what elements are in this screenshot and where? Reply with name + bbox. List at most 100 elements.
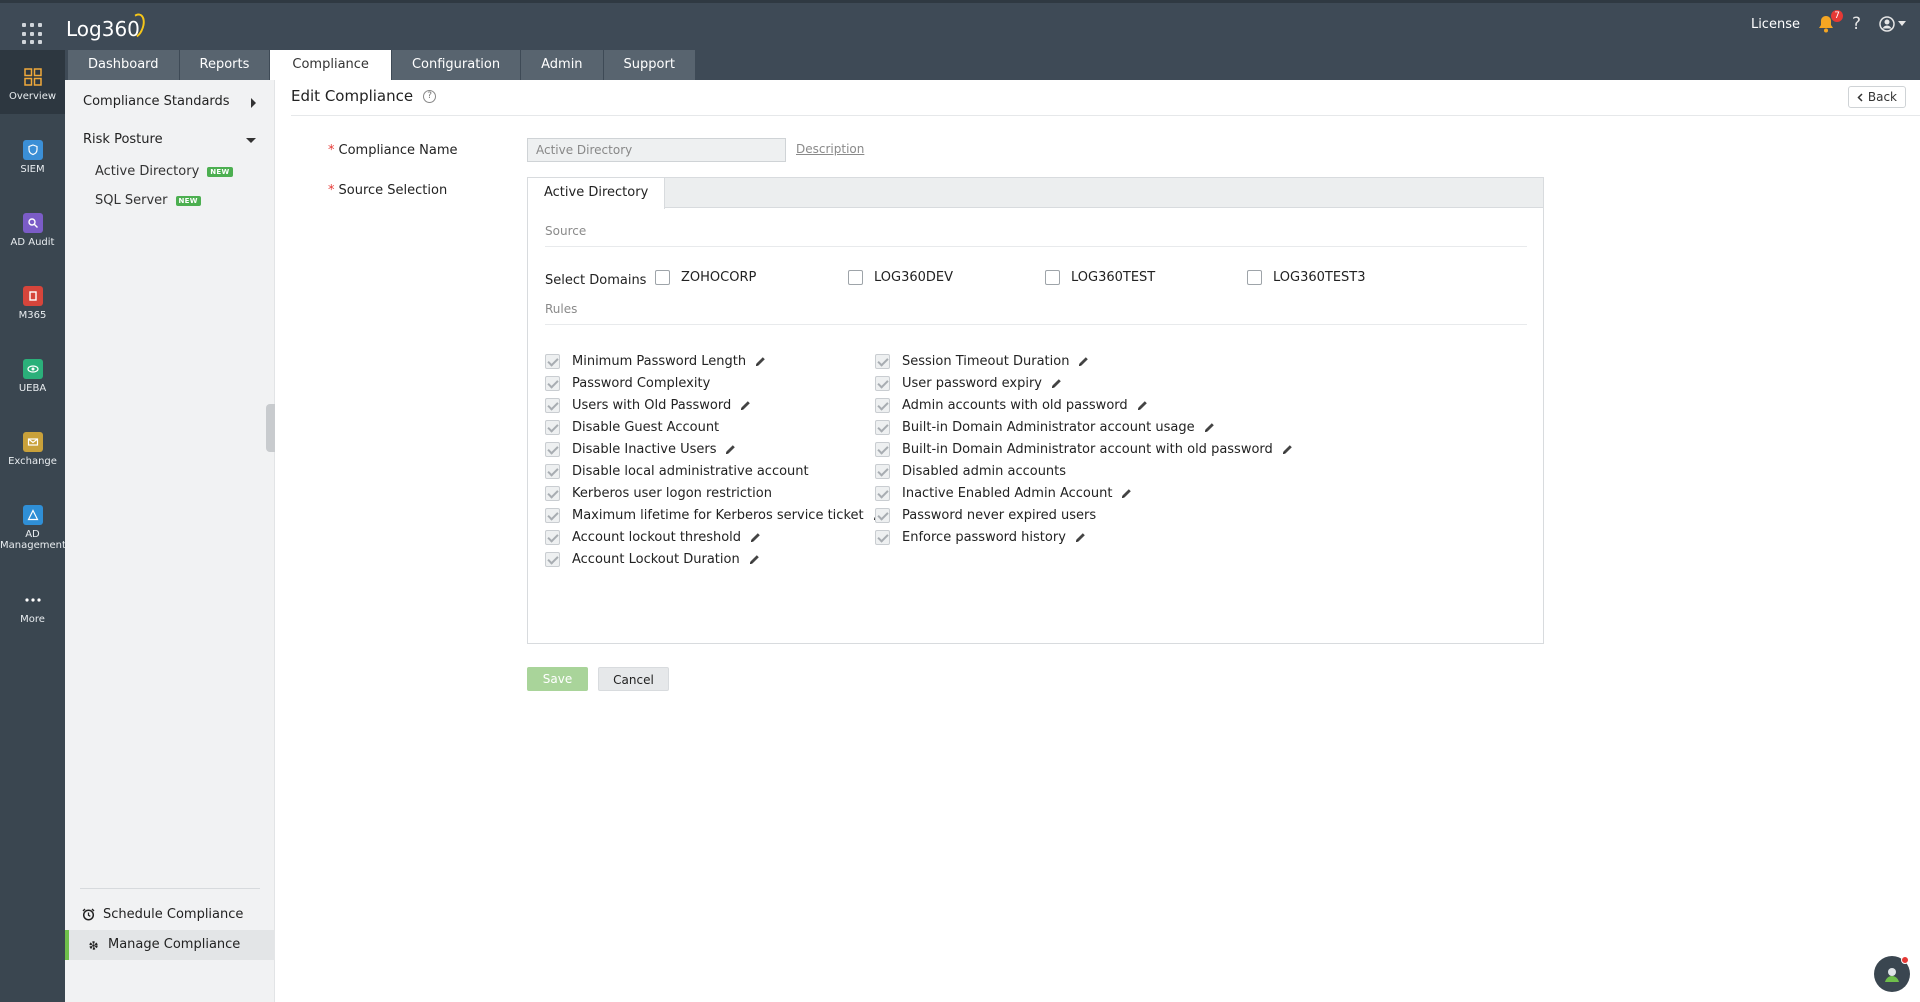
select-domains-label: Select Domains [545,272,647,288]
sidebar-item-label: SQL Server [95,193,168,208]
tab-dashboard[interactable]: Dashboard [68,50,179,80]
domain-option[interactable]: LOG360DEV [848,270,953,285]
notification-bell-icon[interactable]: 7 [1818,10,1843,33]
edit-pencil-icon[interactable] [1282,444,1293,455]
rule-checkbox[interactable] [545,397,560,413]
rule-label: Session Timeout Duration [902,353,1070,369]
edit-pencil-icon[interactable] [755,356,766,367]
edit-pencil-icon[interactable] [1051,378,1062,389]
tab-configuration[interactable]: Configuration [391,50,521,80]
rule-checkbox[interactable] [545,419,560,435]
rule-checkbox[interactable] [545,485,560,501]
rail-item-ueba[interactable]: UEBA [0,359,65,394]
help-circle-icon[interactable]: ? [423,89,437,103]
edit-pencil-icon[interactable] [1078,356,1089,367]
user-menu[interactable] [1879,16,1906,32]
edit-pencil-icon[interactable] [1121,488,1132,499]
source-selection-label: * Source Selection [328,183,447,198]
rail-item-m365[interactable]: M365 [0,286,65,321]
sidebar-compliance-standards[interactable]: Compliance Standards [83,94,230,109]
ad-audit-icon [22,213,43,233]
sidebar-risk-posture[interactable]: Risk Posture [83,132,163,147]
sidebar-manage-compliance[interactable]: Manage Compliance [65,930,275,960]
rule-label: Built-in Domain Administrator account wi… [902,441,1273,457]
sidebar-item-label: Schedule Compliance [103,907,244,922]
rule-checkbox[interactable] [545,529,560,545]
m365-icon [22,286,43,306]
save-button[interactable]: Save [527,667,588,691]
rule-row: Session Timeout Duration [875,352,1089,370]
user-avatar-icon [1879,16,1895,32]
sidebar-item-sql-server[interactable]: SQL Server NEW [95,193,201,208]
edit-pencil-icon[interactable] [1137,400,1148,411]
rule-checkbox[interactable] [545,375,560,391]
caret-down-icon[interactable] [246,138,256,143]
rule-label: Password Complexity [572,375,711,391]
tab-compliance[interactable]: Compliance [270,50,391,80]
rule-row: Users with Old Password [545,396,751,414]
rule-checkbox[interactable] [875,441,890,457]
edit-pencil-icon[interactable] [750,532,761,543]
edit-pencil-icon[interactable] [725,444,736,455]
rule-checkbox[interactable] [875,463,890,479]
rule-label: Disable Guest Account [572,419,720,435]
rail-item-siem[interactable]: SIEM [0,140,65,175]
domain-label: LOG360TEST3 [1273,270,1366,285]
chatbot-button[interactable] [1874,956,1910,992]
rule-checkbox[interactable] [875,507,890,523]
domain-checkbox[interactable] [848,270,863,285]
rules-heading: Rules [545,302,578,316]
rule-checkbox[interactable] [545,551,560,567]
rail-label: AD [25,529,40,540]
rule-label: Disable local administrative account [572,463,809,479]
source-panel: Active Directory Source Select Domains Z… [527,177,1544,644]
domain-option[interactable]: LOG360TEST3 [1247,270,1366,285]
required-mark: * [328,183,335,198]
rule-row: Maximum lifetime for Kerberos service ti… [545,506,884,524]
rule-checkbox[interactable] [545,507,560,523]
description-link[interactable]: Description [796,142,864,156]
cancel-button[interactable]: Cancel [598,667,669,691]
compliance-name-input[interactable]: Active Directory [527,138,786,162]
rule-checkbox[interactable] [545,441,560,457]
help-icon[interactable]: ? [1852,14,1861,34]
rail-item-exchange[interactable]: Exchange [0,432,65,467]
rule-checkbox[interactable] [875,353,890,369]
back-button[interactable]: Back [1847,86,1906,108]
edit-pencil-icon[interactable] [740,400,751,411]
edit-pencil-icon[interactable] [749,554,760,565]
tab-support[interactable]: Support [603,50,695,80]
source-selection-label-text: Source Selection [338,183,448,198]
rule-checkbox[interactable] [545,463,560,479]
tab-active-directory[interactable]: Active Directory [528,178,666,209]
rule-checkbox[interactable] [875,397,890,413]
domain-option[interactable]: LOG360TEST [1045,270,1155,285]
rail-item-ad-audit[interactable]: AD Audit [0,213,65,248]
domain-checkbox[interactable] [655,270,670,285]
edit-pencil-icon[interactable] [1075,532,1086,543]
edit-pencil-icon[interactable] [1204,422,1215,433]
rail-item-more[interactable]: More [0,590,65,625]
rail-item-ad-management[interactable]: AD Management [0,505,66,551]
rail-item-overview[interactable]: Overview [0,50,65,114]
sidebar-schedule-compliance[interactable]: Schedule Compliance [82,907,243,922]
rule-checkbox[interactable] [875,485,890,501]
rule-checkbox[interactable] [875,529,890,545]
rule-checkbox[interactable] [875,375,890,391]
rule-checkbox[interactable] [545,353,560,369]
domain-checkbox[interactable] [1247,270,1262,285]
sidebar-collapse-handle[interactable] [266,404,275,452]
chevron-down-icon [1898,21,1906,26]
license-link[interactable]: License [1751,17,1800,32]
domain-checkbox[interactable] [1045,270,1060,285]
rule-label: Maximum lifetime for Kerberos service ti… [572,507,864,523]
sidebar-item-active-directory[interactable]: Active Directory NEW [95,164,233,179]
domain-option[interactable]: ZOHOCORP [655,270,756,285]
tab-reports[interactable]: Reports [179,50,270,80]
rail-label: Exchange [8,456,57,467]
app-launcher-icon[interactable] [22,23,44,45]
caret-right-icon[interactable] [251,98,256,108]
tab-admin[interactable]: Admin [521,50,603,80]
rule-row: Enforce password history [875,528,1086,546]
rule-checkbox[interactable] [875,419,890,435]
